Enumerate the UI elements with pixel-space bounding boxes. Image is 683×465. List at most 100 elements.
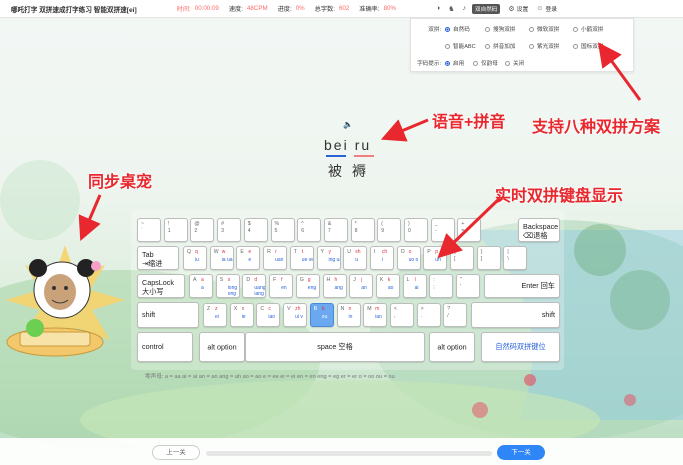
- hint-option[interactable]: 关闭: [505, 59, 524, 67]
- key-symbol[interactable]: {[: [450, 246, 474, 270]
- radio-icon: [573, 26, 578, 32]
- pet-icon[interactable]: ♞: [448, 5, 454, 13]
- sound-icon[interactable]: ♪: [463, 5, 467, 12]
- tab-key[interactable]: Tab ⇥缩进: [137, 246, 179, 270]
- left-shift-key[interactable]: shift: [137, 302, 199, 328]
- hint-row: 字码提示: 启用 仅韵母 关闭: [411, 58, 524, 68]
- annotation-pet: 同步桌宠: [88, 174, 153, 191]
- key-x[interactable]: Xx ie: [229, 303, 254, 327]
- hint-option[interactable]: 仅韵母: [473, 59, 505, 67]
- key-c[interactable]: Cc iao: [256, 303, 281, 327]
- key-symbol[interactable]: " ': [456, 274, 480, 298]
- radio-icon: [485, 43, 490, 49]
- syllable: ru: [354, 137, 372, 153]
- key-symbol[interactable]: | \: [503, 246, 528, 270]
- key-v[interactable]: Vzh ui v: [283, 303, 308, 327]
- key-symbol[interactable]: _ -: [430, 218, 455, 242]
- hint-option[interactable]: 启用: [445, 59, 473, 67]
- space-key[interactable]: space 空格: [245, 332, 425, 362]
- speed-value: 48CPM: [246, 5, 268, 12]
- speed-label: 速度:: [228, 6, 243, 13]
- key-symbol[interactable]: $4: [243, 218, 268, 242]
- desktop-pet[interactable]: [0, 240, 130, 370]
- key-symbol[interactable]: (9: [377, 218, 402, 242]
- hanzi-char: 褥: [352, 163, 366, 179]
- scheme-option[interactable]: 国标双拼: [573, 42, 603, 50]
- key-symbol[interactable]: + =: [457, 218, 482, 242]
- key-k[interactable]: Kk ao: [375, 274, 400, 298]
- scheme-keyboard-button[interactable]: 自然码双拼键位: [481, 332, 560, 362]
- left-alt-key[interactable]: alt option: [199, 332, 245, 362]
- control-key[interactable]: control: [137, 332, 193, 362]
- scheme-option[interactable]: 自然码: [445, 25, 485, 33]
- key-symbol[interactable]: ? /: [443, 303, 468, 327]
- login-link[interactable]: 登录: [545, 4, 557, 13]
- next-level-button[interactable]: 下一关: [497, 445, 545, 460]
- key-d[interactable]: Dd uang iang: [242, 274, 267, 298]
- key-s[interactable]: Ss iong ong: [215, 274, 240, 298]
- radio-icon: [529, 43, 534, 49]
- key-n[interactable]: Nn in: [336, 303, 361, 327]
- right-shift-key[interactable]: shift: [471, 302, 560, 328]
- scheme-option[interactable]: 搜狗双拼: [485, 25, 529, 33]
- key-symbol[interactable]: ) 0: [404, 218, 428, 242]
- enter-key[interactable]: Enter 回车: [484, 274, 560, 298]
- theme-icon[interactable]: ◑: [436, 5, 440, 12]
- key-symbol[interactable]: @2: [190, 218, 215, 242]
- backspace-key[interactable]: Backspace ⌫退格: [518, 218, 560, 242]
- key-symbol[interactable]: }]: [476, 246, 501, 270]
- key-z[interactable]: Zz ei: [203, 303, 227, 327]
- key-symbol[interactable]: <,: [389, 303, 414, 327]
- key-t[interactable]: Tt ue ve: [289, 246, 314, 270]
- radio-icon: [505, 60, 510, 66]
- scheme-option[interactable]: 智能ABC: [445, 42, 485, 50]
- key-symbol[interactable]: #3: [217, 218, 242, 242]
- key-h[interactable]: Hh ang: [322, 274, 347, 298]
- key-m[interactable]: Mm ian: [363, 303, 388, 327]
- right-alt-key[interactable]: alt option: [429, 332, 475, 362]
- previous-level-button[interactable]: 上一关: [152, 445, 200, 460]
- scheme-option[interactable]: 小鹤双拼: [573, 25, 603, 33]
- key-q[interactable]: Qq iu: [183, 246, 207, 270]
- scheme-option[interactable]: 微软双拼: [529, 25, 573, 33]
- key-u[interactable]: Ush u: [343, 246, 368, 270]
- syllable: bei: [324, 137, 349, 153]
- settings-icon[interactable]: ⚙: [508, 5, 514, 13]
- key-f[interactable]: Ff en: [269, 274, 294, 298]
- hint-label: 字码提示:: [417, 61, 441, 67]
- speaker-icon[interactable]: 🔈: [343, 120, 353, 129]
- key-p[interactable]: Pp un: [423, 246, 448, 270]
- mode-button[interactable]: 双自然码: [472, 3, 501, 14]
- scheme-row-2: 智能ABC 拼音加加 紫光双拼 国标双拼: [411, 41, 603, 51]
- key-symbol[interactable]: :;: [429, 274, 454, 298]
- annotation-schemes: 支持八种双拼方案: [532, 119, 661, 136]
- settings-link[interactable]: 设置: [517, 4, 529, 13]
- app-title: 哪吒打字 双拼速成打字练习 智能双拼速[ei]: [11, 6, 137, 14]
- key-symbol[interactable]: * 8: [350, 218, 375, 242]
- radio-icon: [485, 26, 490, 32]
- radio-icon: [445, 26, 450, 32]
- key-symbol[interactable]: ! 1: [163, 218, 188, 242]
- key-symbol[interactable]: & 7: [323, 218, 348, 242]
- key-w[interactable]: Ww ia ua: [209, 246, 234, 270]
- key-symbol[interactable]: >.: [416, 303, 441, 327]
- key-g[interactable]: Gg eng: [295, 274, 320, 298]
- scheme-option[interactable]: 紫光双拼: [529, 42, 573, 50]
- key-symbol[interactable]: ^ 6: [297, 218, 322, 242]
- key-b[interactable]: Bb ou: [309, 303, 334, 327]
- progress-value: 0%: [295, 5, 305, 12]
- capslock-key[interactable]: CapsLock 大小写: [137, 274, 185, 298]
- scheme-option[interactable]: 拼音加加: [485, 42, 529, 50]
- key-i[interactable]: Ich i: [369, 246, 394, 270]
- key-e[interactable]: Eee: [236, 246, 261, 270]
- key-l[interactable]: Ll ai: [402, 274, 427, 298]
- key-a[interactable]: Aaa: [189, 274, 213, 298]
- user-icon[interactable]: ☺: [536, 5, 543, 12]
- key-j[interactable]: Jj an: [349, 274, 374, 298]
- char-count-label: 总字数:: [314, 6, 335, 13]
- key-symbol[interactable]: % 5: [270, 218, 295, 242]
- key-o[interactable]: Oo uo o: [396, 246, 421, 270]
- key-r[interactable]: Rr uan: [263, 246, 288, 270]
- key-y[interactable]: Yying uai: [316, 246, 341, 270]
- key-symbol[interactable]: ~ `: [137, 218, 161, 242]
